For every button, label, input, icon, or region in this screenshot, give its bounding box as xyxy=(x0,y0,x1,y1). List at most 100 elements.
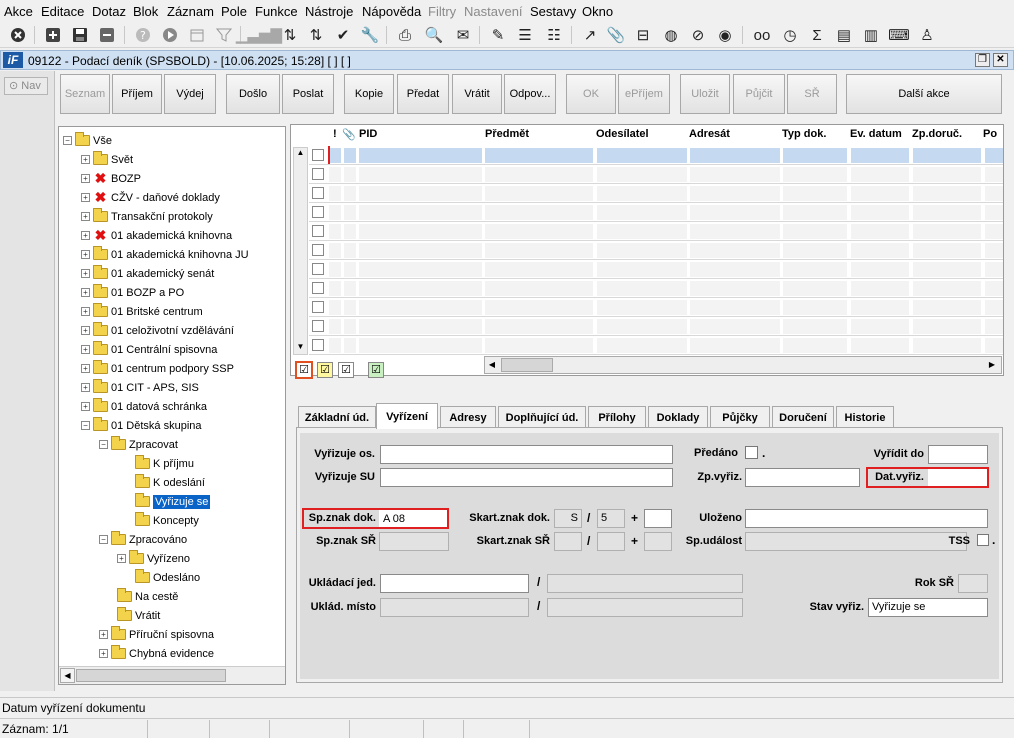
mail-icon[interactable]: ✉ xyxy=(453,25,473,45)
tab-doklady[interactable]: Doklady xyxy=(648,406,708,428)
select-all-checkbox-icon[interactable]: ☑ xyxy=(295,361,313,379)
remove-icon[interactable] xyxy=(97,25,117,45)
scroll-down-icon[interactable]: ▼ xyxy=(294,342,307,354)
add-icon[interactable] xyxy=(43,25,63,45)
table-cell[interactable] xyxy=(984,185,1003,202)
menu-nastroje[interactable]: Nástroje xyxy=(305,4,353,19)
expand-icon[interactable]: + xyxy=(81,155,90,164)
tree-item[interactable]: + Příruční spisovna xyxy=(99,625,214,644)
table-cell[interactable] xyxy=(912,223,982,240)
menu-funkce[interactable]: Funkce xyxy=(255,4,298,19)
table-row[interactable] xyxy=(309,336,1003,355)
seznam-button[interactable]: Seznam xyxy=(60,74,110,114)
tree-item[interactable]: K odeslání xyxy=(123,473,205,492)
table-cell[interactable] xyxy=(782,280,848,297)
menu-pole[interactable]: Pole xyxy=(221,4,247,19)
attachment-icon[interactable]: 📎 xyxy=(606,25,626,45)
col-po[interactable]: Po xyxy=(983,128,997,140)
table-cell[interactable] xyxy=(782,242,848,259)
col-attachment-icon[interactable]: 📎 xyxy=(342,128,356,141)
table-cell[interactable] xyxy=(343,261,357,278)
keyboard-icon[interactable]: ⌨ xyxy=(888,25,910,45)
pujcit-button[interactable]: Půjčit xyxy=(733,74,785,114)
check-green-icon[interactable]: ☑ xyxy=(368,362,384,378)
table-cell[interactable] xyxy=(912,204,982,221)
sr-button[interactable]: SŘ xyxy=(787,74,837,114)
vydej-button[interactable]: Výdej xyxy=(164,74,216,114)
table-cell[interactable] xyxy=(912,166,982,183)
nav-button[interactable]: ⊙ Nav xyxy=(4,77,48,95)
table-row[interactable] xyxy=(309,165,1003,184)
row-checkbox[interactable] xyxy=(312,206,324,218)
tree-item[interactable]: +01 centrum podpory SSP xyxy=(81,359,234,378)
table-cell[interactable] xyxy=(782,204,848,221)
table-cell[interactable] xyxy=(484,204,594,221)
table-row[interactable] xyxy=(309,184,1003,203)
row-checkbox[interactable] xyxy=(312,168,324,180)
doslo-button[interactable]: Došlo xyxy=(226,74,280,114)
scroll-left-icon[interactable]: ◀ xyxy=(60,668,75,683)
table-cell[interactable] xyxy=(689,299,781,316)
table-cell[interactable] xyxy=(782,299,848,316)
eye-icon[interactable]: ◉ xyxy=(715,25,735,45)
scroll-thumb[interactable] xyxy=(501,358,553,372)
table-cell[interactable] xyxy=(912,242,982,259)
expand-icon[interactable]: + xyxy=(99,630,108,639)
table-cell[interactable] xyxy=(782,223,848,240)
tree-item[interactable]: +01 celoživotní vzdělávání xyxy=(81,321,234,340)
table-cell[interactable] xyxy=(484,223,594,240)
table-row[interactable] xyxy=(309,260,1003,279)
calendar-icon[interactable] xyxy=(187,25,207,45)
table-cell[interactable] xyxy=(850,337,910,354)
table-cell[interactable] xyxy=(596,318,688,335)
menu-napoveda[interactable]: Nápověda xyxy=(362,4,421,19)
clock-icon[interactable]: ◷ xyxy=(780,25,800,45)
help-icon[interactable]: ? xyxy=(133,25,153,45)
table-cell[interactable] xyxy=(850,318,910,335)
vyrizuje-su-input[interactable] xyxy=(380,468,673,487)
table-cell[interactable] xyxy=(484,337,594,354)
col-adresat[interactable]: Adresát xyxy=(689,128,730,140)
sort-desc-icon[interactable]: ⇅ xyxy=(280,25,300,45)
collapse-icon[interactable]: − xyxy=(63,136,72,145)
table-cell[interactable] xyxy=(343,147,357,164)
tree-item[interactable]: + Vyřízeno xyxy=(117,549,190,568)
table-cell[interactable] xyxy=(484,261,594,278)
tab-historie[interactable]: Historie xyxy=(836,406,894,428)
table-cell[interactable] xyxy=(984,242,1003,259)
expand-icon[interactable]: + xyxy=(81,364,90,373)
table-row[interactable] xyxy=(309,298,1003,317)
table-cell[interactable] xyxy=(328,204,342,221)
table-cell[interactable] xyxy=(782,147,848,164)
table-cell[interactable] xyxy=(912,337,982,354)
tree-item[interactable]: Odesláno xyxy=(123,568,200,587)
scroll-right-icon[interactable]: ▶ xyxy=(985,358,999,372)
table-cell[interactable] xyxy=(850,299,910,316)
table-row[interactable] xyxy=(309,203,1003,222)
filter-icon[interactable] xyxy=(214,25,234,45)
table-cell[interactable] xyxy=(328,280,342,297)
tab-vyrizeni[interactable]: Vyřízení xyxy=(376,403,438,429)
tree-item[interactable]: + ✖ BOZP xyxy=(81,169,141,188)
menu-akce[interactable]: Akce xyxy=(4,4,33,19)
row-checkbox[interactable] xyxy=(312,339,324,351)
tree-item[interactable]: + Svět xyxy=(81,150,133,169)
table-row[interactable] xyxy=(309,146,1003,165)
table-cell[interactable] xyxy=(343,242,357,259)
check-white-icon[interactable]: ☑ xyxy=(338,362,354,378)
table-cell[interactable] xyxy=(343,223,357,240)
table-cell[interactable] xyxy=(689,166,781,183)
col-pid[interactable]: PID xyxy=(359,128,377,140)
sp-znak-dok-input[interactable]: A 08 xyxy=(379,510,447,527)
skart-plus-input[interactable] xyxy=(644,509,672,528)
tss-checkbox[interactable] xyxy=(977,534,989,546)
scroll-up-icon[interactable]: ▲ xyxy=(294,148,307,160)
col-odesilatel[interactable]: Odesílatel xyxy=(596,128,649,140)
table-cell[interactable] xyxy=(782,337,848,354)
expand-icon[interactable]: + xyxy=(81,326,90,335)
table-cell[interactable] xyxy=(689,337,781,354)
table-cell[interactable] xyxy=(328,185,342,202)
tree-item[interactable]: Na cestě xyxy=(105,587,178,606)
table-cell[interactable] xyxy=(596,242,688,259)
table-cell[interactable] xyxy=(484,242,594,259)
